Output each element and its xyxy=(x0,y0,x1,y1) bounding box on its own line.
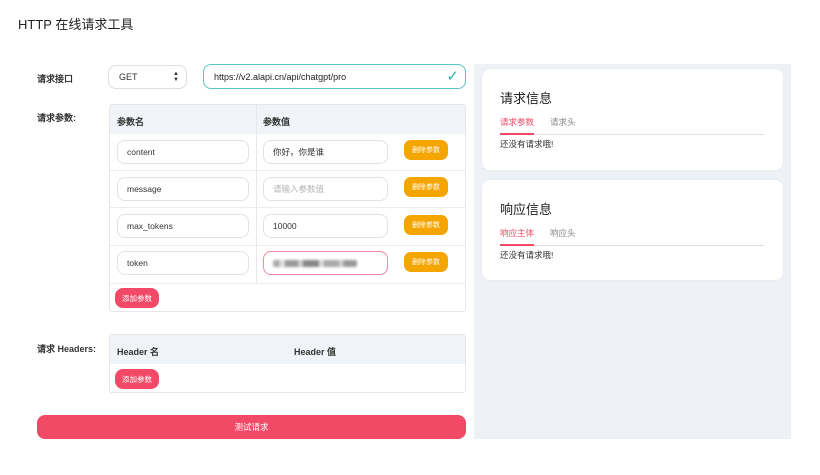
params-label: 请求参数: xyxy=(37,113,76,123)
param-value-input[interactable]: 你好，你是谁 xyxy=(263,140,388,164)
param-name-input[interactable]: token xyxy=(117,251,249,275)
headers-table-header: Header 名 Header 值 xyxy=(110,335,465,364)
col-param-value: 参数值 xyxy=(263,117,291,127)
params-table: 参数名 参数值 content 你好，你是谁 删除参数 message 请输入参… xyxy=(109,104,466,312)
tab-request-params[interactable]: 请求参数 xyxy=(500,116,534,128)
col-header-name: Header 名 xyxy=(117,347,160,357)
tab-response-headers[interactable]: 响应头 xyxy=(550,227,576,239)
add-param-button[interactable]: 添加参数 xyxy=(115,288,159,308)
row-divider xyxy=(110,170,465,171)
delete-param-button[interactable]: 删除参数 xyxy=(404,140,448,160)
response-info-title: 响应信息 xyxy=(500,202,553,217)
page-title: HTTP 在线请求工具 xyxy=(18,17,134,32)
tab-divider xyxy=(500,245,764,246)
param-value-input[interactable] xyxy=(263,251,388,275)
endpoint-label: 请求接口 xyxy=(37,74,74,84)
delete-param-button[interactable]: 删除参数 xyxy=(404,252,448,272)
check-icon: ✓ xyxy=(446,68,459,85)
param-name-input[interactable]: max_tokens xyxy=(117,214,249,238)
param-value-input[interactable]: 10000 xyxy=(263,214,388,238)
tab-request-headers[interactable]: 请求头 xyxy=(550,116,576,128)
row-divider xyxy=(110,207,465,208)
headers-label: 请求 Headers: xyxy=(37,344,97,354)
param-value-input[interactable]: 请输入参数值 xyxy=(263,177,388,201)
request-info-title: 请求信息 xyxy=(500,91,553,106)
response-empty-text: 还没有请求哦! xyxy=(500,250,554,260)
row-divider xyxy=(110,283,465,284)
method-value: GET xyxy=(119,72,138,82)
redacted-token xyxy=(273,259,357,267)
url-input[interactable]: https://v2.alapi.cn/api/chatgpt/pro ✓ xyxy=(203,64,466,89)
col-param-name: 参数名 xyxy=(117,117,145,127)
param-name-input[interactable]: content xyxy=(117,140,249,164)
updown-arrows-icon: ▲ ▼ xyxy=(173,71,179,83)
request-info-card: 请求信息 请求参数 请求头 还没有请求哦! xyxy=(482,69,783,170)
column-divider xyxy=(256,105,257,283)
headers-table: Header 名 Header 值 添加参数 xyxy=(109,334,466,393)
add-header-button[interactable]: 添加参数 xyxy=(115,369,159,389)
active-tab-indicator xyxy=(500,133,534,135)
method-select[interactable]: GET ▲ ▼ xyxy=(108,65,187,89)
response-info-card: 响应信息 响应主体 响应头 还没有请求哦! xyxy=(482,180,783,280)
delete-param-button[interactable]: 删除参数 xyxy=(404,215,448,235)
active-tab-indicator xyxy=(500,244,534,246)
tab-response-body[interactable]: 响应主体 xyxy=(500,227,534,239)
test-request-button[interactable]: 测试请求 xyxy=(37,415,466,439)
col-header-value: Header 值 xyxy=(294,347,337,357)
info-panel: 请求信息 请求参数 请求头 还没有请求哦! 响应信息 响应主体 响应头 还没有请… xyxy=(474,64,791,439)
request-empty-text: 还没有请求哦! xyxy=(500,139,554,149)
param-name-input[interactable]: message xyxy=(117,177,249,201)
delete-param-button[interactable]: 删除参数 xyxy=(404,177,448,197)
tab-divider xyxy=(500,134,764,135)
row-divider xyxy=(110,245,465,246)
url-value: https://v2.alapi.cn/api/chatgpt/pro xyxy=(214,71,347,82)
params-table-header: 参数名 参数值 xyxy=(110,105,465,134)
